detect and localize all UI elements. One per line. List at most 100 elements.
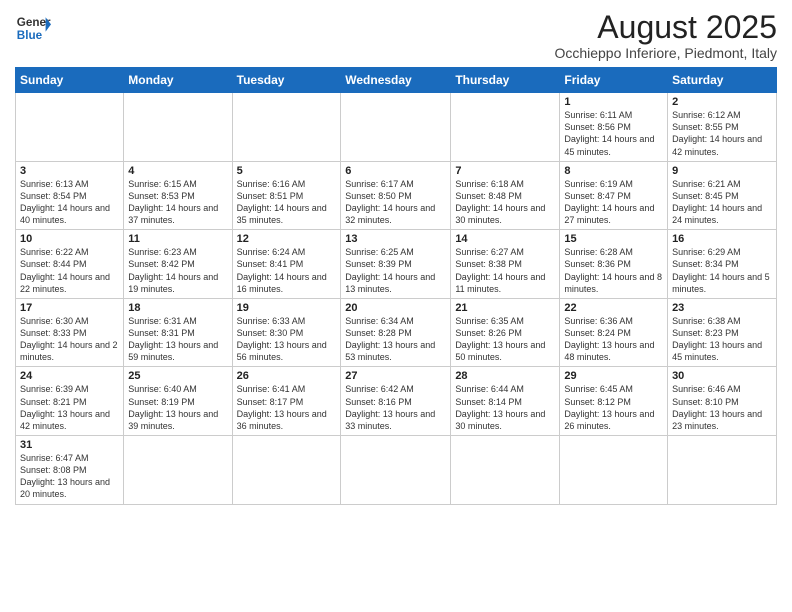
day-info: Sunrise: 6:11 AM Sunset: 8:56 PM Dayligh… bbox=[564, 109, 663, 158]
day-cell: 22Sunrise: 6:36 AM Sunset: 8:24 PM Dayli… bbox=[560, 298, 668, 367]
day-info: Sunrise: 6:42 AM Sunset: 8:16 PM Dayligh… bbox=[345, 383, 446, 432]
day-cell: 31Sunrise: 6:47 AM Sunset: 8:08 PM Dayli… bbox=[16, 436, 124, 505]
day-cell: 17Sunrise: 6:30 AM Sunset: 8:33 PM Dayli… bbox=[16, 298, 124, 367]
day-info: Sunrise: 6:31 AM Sunset: 8:31 PM Dayligh… bbox=[128, 315, 227, 364]
day-info: Sunrise: 6:13 AM Sunset: 8:54 PM Dayligh… bbox=[20, 178, 119, 227]
day-info: Sunrise: 6:35 AM Sunset: 8:26 PM Dayligh… bbox=[455, 315, 555, 364]
day-number: 6 bbox=[345, 165, 446, 177]
day-cell: 26Sunrise: 6:41 AM Sunset: 8:17 PM Dayli… bbox=[232, 367, 341, 436]
day-cell: 12Sunrise: 6:24 AM Sunset: 8:41 PM Dayli… bbox=[232, 230, 341, 299]
day-info: Sunrise: 6:18 AM Sunset: 8:48 PM Dayligh… bbox=[455, 178, 555, 227]
day-info: Sunrise: 6:22 AM Sunset: 8:44 PM Dayligh… bbox=[20, 246, 119, 295]
day-info: Sunrise: 6:38 AM Sunset: 8:23 PM Dayligh… bbox=[672, 315, 772, 364]
day-info: Sunrise: 6:17 AM Sunset: 8:50 PM Dayligh… bbox=[345, 178, 446, 227]
day-number: 9 bbox=[672, 165, 772, 177]
day-number: 14 bbox=[455, 233, 555, 245]
week-row-2: 3Sunrise: 6:13 AM Sunset: 8:54 PM Daylig… bbox=[16, 161, 777, 230]
day-info: Sunrise: 6:29 AM Sunset: 8:34 PM Dayligh… bbox=[672, 246, 772, 295]
day-info: Sunrise: 6:24 AM Sunset: 8:41 PM Dayligh… bbox=[237, 246, 337, 295]
svg-text:Blue: Blue bbox=[17, 29, 43, 42]
day-number: 28 bbox=[455, 370, 555, 382]
day-cell bbox=[451, 93, 560, 162]
day-cell: 9Sunrise: 6:21 AM Sunset: 8:45 PM Daylig… bbox=[668, 161, 777, 230]
day-cell: 10Sunrise: 6:22 AM Sunset: 8:44 PM Dayli… bbox=[16, 230, 124, 299]
day-cell: 15Sunrise: 6:28 AM Sunset: 8:36 PM Dayli… bbox=[560, 230, 668, 299]
main-title: August 2025 bbox=[554, 10, 777, 45]
day-cell: 25Sunrise: 6:40 AM Sunset: 8:19 PM Dayli… bbox=[124, 367, 232, 436]
day-cell bbox=[124, 93, 232, 162]
calendar: SundayMondayTuesdayWednesdayThursdayFrid… bbox=[15, 67, 777, 504]
day-cell bbox=[341, 436, 451, 505]
day-cell bbox=[668, 436, 777, 505]
day-cell: 1Sunrise: 6:11 AM Sunset: 8:56 PM Daylig… bbox=[560, 93, 668, 162]
weekday-header-wednesday: Wednesday bbox=[341, 68, 451, 93]
day-number: 25 bbox=[128, 370, 227, 382]
day-cell: 18Sunrise: 6:31 AM Sunset: 8:31 PM Dayli… bbox=[124, 298, 232, 367]
day-number: 7 bbox=[455, 165, 555, 177]
weekday-header-monday: Monday bbox=[124, 68, 232, 93]
day-number: 24 bbox=[20, 370, 119, 382]
day-number: 29 bbox=[564, 370, 663, 382]
day-info: Sunrise: 6:45 AM Sunset: 8:12 PM Dayligh… bbox=[564, 383, 663, 432]
weekday-header-row: SundayMondayTuesdayWednesdayThursdayFrid… bbox=[16, 68, 777, 93]
weekday-header-friday: Friday bbox=[560, 68, 668, 93]
day-cell: 7Sunrise: 6:18 AM Sunset: 8:48 PM Daylig… bbox=[451, 161, 560, 230]
day-number: 22 bbox=[564, 302, 663, 314]
day-cell: 16Sunrise: 6:29 AM Sunset: 8:34 PM Dayli… bbox=[668, 230, 777, 299]
day-number: 5 bbox=[237, 165, 337, 177]
weekday-header-sunday: Sunday bbox=[16, 68, 124, 93]
day-number: 1 bbox=[564, 96, 663, 108]
week-row-6: 31Sunrise: 6:47 AM Sunset: 8:08 PM Dayli… bbox=[16, 436, 777, 505]
day-number: 4 bbox=[128, 165, 227, 177]
generalblue-logo-icon: General Blue bbox=[15, 10, 51, 46]
day-number: 11 bbox=[128, 233, 227, 245]
logo: General Blue bbox=[15, 10, 51, 46]
day-number: 16 bbox=[672, 233, 772, 245]
day-info: Sunrise: 6:15 AM Sunset: 8:53 PM Dayligh… bbox=[128, 178, 227, 227]
day-number: 12 bbox=[237, 233, 337, 245]
day-number: 3 bbox=[20, 165, 119, 177]
day-cell: 29Sunrise: 6:45 AM Sunset: 8:12 PM Dayli… bbox=[560, 367, 668, 436]
week-row-4: 17Sunrise: 6:30 AM Sunset: 8:33 PM Dayli… bbox=[16, 298, 777, 367]
day-number: 31 bbox=[20, 439, 119, 451]
day-number: 2 bbox=[672, 96, 772, 108]
day-number: 15 bbox=[564, 233, 663, 245]
day-number: 21 bbox=[455, 302, 555, 314]
day-info: Sunrise: 6:30 AM Sunset: 8:33 PM Dayligh… bbox=[20, 315, 119, 364]
day-info: Sunrise: 6:47 AM Sunset: 8:08 PM Dayligh… bbox=[20, 452, 119, 501]
day-cell: 23Sunrise: 6:38 AM Sunset: 8:23 PM Dayli… bbox=[668, 298, 777, 367]
day-cell bbox=[451, 436, 560, 505]
day-info: Sunrise: 6:23 AM Sunset: 8:42 PM Dayligh… bbox=[128, 246, 227, 295]
day-info: Sunrise: 6:41 AM Sunset: 8:17 PM Dayligh… bbox=[237, 383, 337, 432]
day-info: Sunrise: 6:12 AM Sunset: 8:55 PM Dayligh… bbox=[672, 109, 772, 158]
day-cell: 5Sunrise: 6:16 AM Sunset: 8:51 PM Daylig… bbox=[232, 161, 341, 230]
day-info: Sunrise: 6:36 AM Sunset: 8:24 PM Dayligh… bbox=[564, 315, 663, 364]
day-cell: 2Sunrise: 6:12 AM Sunset: 8:55 PM Daylig… bbox=[668, 93, 777, 162]
day-number: 27 bbox=[345, 370, 446, 382]
day-cell bbox=[560, 436, 668, 505]
day-info: Sunrise: 6:27 AM Sunset: 8:38 PM Dayligh… bbox=[455, 246, 555, 295]
day-cell: 6Sunrise: 6:17 AM Sunset: 8:50 PM Daylig… bbox=[341, 161, 451, 230]
day-cell: 11Sunrise: 6:23 AM Sunset: 8:42 PM Dayli… bbox=[124, 230, 232, 299]
day-info: Sunrise: 6:25 AM Sunset: 8:39 PM Dayligh… bbox=[345, 246, 446, 295]
day-cell: 24Sunrise: 6:39 AM Sunset: 8:21 PM Dayli… bbox=[16, 367, 124, 436]
day-cell: 21Sunrise: 6:35 AM Sunset: 8:26 PM Dayli… bbox=[451, 298, 560, 367]
day-cell bbox=[341, 93, 451, 162]
day-cell bbox=[16, 93, 124, 162]
day-cell: 4Sunrise: 6:15 AM Sunset: 8:53 PM Daylig… bbox=[124, 161, 232, 230]
week-row-1: 1Sunrise: 6:11 AM Sunset: 8:56 PM Daylig… bbox=[16, 93, 777, 162]
day-info: Sunrise: 6:16 AM Sunset: 8:51 PM Dayligh… bbox=[237, 178, 337, 227]
day-number: 30 bbox=[672, 370, 772, 382]
day-number: 8 bbox=[564, 165, 663, 177]
day-cell: 20Sunrise: 6:34 AM Sunset: 8:28 PM Dayli… bbox=[341, 298, 451, 367]
day-number: 26 bbox=[237, 370, 337, 382]
day-cell: 27Sunrise: 6:42 AM Sunset: 8:16 PM Dayli… bbox=[341, 367, 451, 436]
day-number: 23 bbox=[672, 302, 772, 314]
day-info: Sunrise: 6:40 AM Sunset: 8:19 PM Dayligh… bbox=[128, 383, 227, 432]
day-cell: 13Sunrise: 6:25 AM Sunset: 8:39 PM Dayli… bbox=[341, 230, 451, 299]
subtitle: Occhieppo Inferiore, Piedmont, Italy bbox=[554, 45, 777, 61]
day-cell: 14Sunrise: 6:27 AM Sunset: 8:38 PM Dayli… bbox=[451, 230, 560, 299]
header: General Blue August 2025 Occhieppo Infer… bbox=[15, 10, 777, 61]
day-info: Sunrise: 6:21 AM Sunset: 8:45 PM Dayligh… bbox=[672, 178, 772, 227]
day-number: 18 bbox=[128, 302, 227, 314]
